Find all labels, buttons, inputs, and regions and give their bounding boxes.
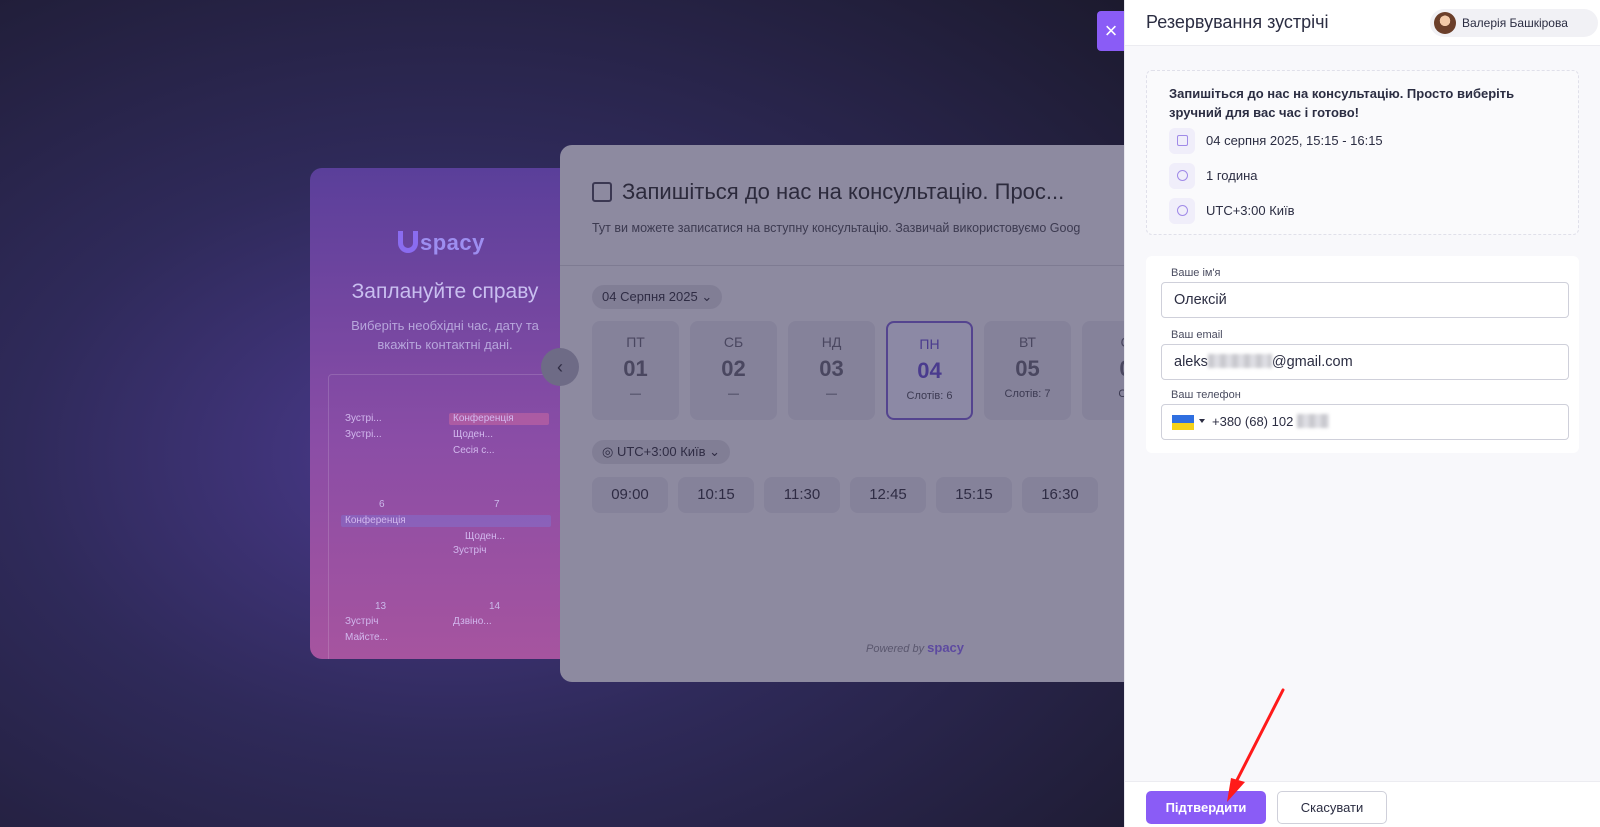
time-slot[interactable]: 09:00 [592, 477, 668, 513]
booking-side-panel: Резервування зустрічі Валерія Башкірова … [1124, 0, 1600, 827]
day-card[interactable]: ПТ 01 — [592, 321, 679, 420]
panel-header: Резервування зустрічі Валерія Башкірова [1125, 0, 1600, 45]
day-card-selected[interactable]: ПН 04 Слотів: 6 [886, 321, 973, 420]
promo-title: Заплануйте справу [351, 280, 539, 303]
day-card[interactable]: НД 03 — [788, 321, 875, 420]
caret-down-icon[interactable] [1199, 419, 1205, 423]
close-icon[interactable]: × [1097, 11, 1125, 51]
calendar-icon [592, 182, 612, 202]
calendar-day-number: 7 [494, 499, 500, 510]
booking-card-description: Тут ви можете записатися на вступну конс… [592, 221, 1081, 235]
calendar-event: Зустріч [345, 616, 379, 627]
calendar-event: Конференція [341, 515, 551, 527]
meeting-intro: Запишіться до нас на консультацію. Прост… [1169, 86, 1515, 120]
email-label: Ваш email [1171, 329, 1223, 341]
promo-calendar-preview: Зустрі... Зустрі... Конференція Щоден...… [328, 374, 568, 659]
background-page: spacy Заплануйте справу Виберіть необхід… [0, 0, 1124, 827]
panel-footer: Підтвердити Скасувати [1125, 781, 1600, 827]
phone-value: +380 (68) 102 [1212, 414, 1294, 429]
name-label: Ваше ім'я [1171, 267, 1221, 279]
calendar-event: Конференція [449, 413, 549, 425]
phone-label: Ваш телефон [1171, 389, 1241, 401]
meeting-date-time: 04 серпня 2025, 15:15 - 16:15 [1206, 133, 1383, 148]
calendar-event: Зустріч [453, 545, 487, 556]
calendar-day-number: 13 [375, 601, 387, 612]
time-slot[interactable]: 11:30 [764, 477, 840, 513]
chevron-left-icon[interactable]: ‹ [541, 348, 579, 386]
user-name: Валерія Башкірова [1462, 16, 1568, 30]
calendar-event: Щоден... [453, 429, 493, 440]
avatar [1434, 12, 1456, 34]
calendar-event: Зустрі... [345, 429, 382, 440]
panel-body: Запишіться до нас на консультацію. Прост… [1125, 46, 1600, 781]
time-slot[interactable]: 10:15 [678, 477, 754, 513]
calendar-event: Сесія с... [453, 445, 495, 456]
name-field[interactable]: Олексій [1161, 282, 1569, 318]
promo-subtitle: Виберіть необхідні час, дату та вкажіть … [351, 318, 539, 352]
time-slot[interactable]: 12:45 [850, 477, 926, 513]
time-slot[interactable]: 15:15 [936, 477, 1012, 513]
user-chip[interactable]: Валерія Башкірова [1430, 9, 1598, 37]
timezone-selector[interactable]: ◎ UTC+3:00 Київ ⌄ [592, 440, 731, 464]
divider [560, 265, 1124, 266]
calendar-day-number: 14 [489, 601, 501, 612]
booking-card-title: Запишіться до нас на консультацію. Прос.… [622, 179, 1065, 204]
calendar-event: Майсте... [345, 632, 388, 643]
confirm-button[interactable]: Підтвердити [1146, 791, 1266, 824]
redacted-text [1296, 414, 1329, 428]
booking-card: Запишіться до нас на консультацію. Прос.… [560, 145, 1124, 682]
cancel-button[interactable]: Скасувати [1277, 791, 1387, 824]
clock-icon [1169, 163, 1195, 189]
ukraine-flag-icon[interactable] [1172, 415, 1194, 430]
day-card[interactable]: С 0 Сл [1082, 321, 1124, 420]
date-selector[interactable]: 04 Серпня 2025 ⌄ [592, 285, 723, 309]
calendar-event: Дзвіно... [453, 616, 492, 627]
contact-form: Ваше ім'я Олексій Ваш email aleks @gmail.… [1146, 256, 1579, 453]
calendar-event: Щоден... [465, 531, 505, 542]
meeting-timezone: UTC+3:00 Київ [1206, 203, 1295, 218]
promo-panel: spacy Заплануйте справу Виберіть необхід… [310, 168, 580, 659]
redacted-text [1207, 354, 1272, 368]
calendar-event: Зустрі... [345, 413, 382, 424]
calendar-icon [1169, 128, 1195, 154]
meeting-summary: Запишіться до нас на консультацію. Прост… [1146, 70, 1579, 235]
powered-by: Powered by spacy [866, 640, 965, 655]
email-field[interactable]: aleks @gmail.com [1161, 344, 1569, 380]
globe-icon [1169, 198, 1195, 224]
uspacy-logo: spacy [398, 230, 485, 256]
meeting-duration: 1 година [1206, 168, 1258, 183]
panel-title: Резервування зустрічі [1146, 12, 1329, 32]
calendar-day-number: 6 [379, 499, 385, 510]
day-card[interactable]: ВТ 05 Слотів: 7 [984, 321, 1071, 420]
day-card[interactable]: СБ 02 — [690, 321, 777, 420]
time-slot[interactable]: 16:30 [1022, 477, 1098, 513]
phone-field[interactable]: +380 (68) 102 [1161, 404, 1569, 440]
